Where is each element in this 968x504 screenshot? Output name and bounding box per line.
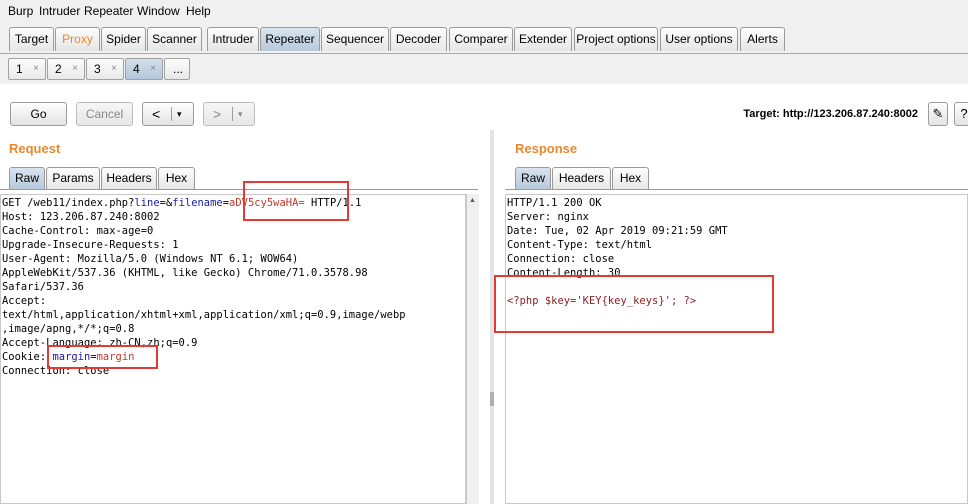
param-separator: =& (159, 197, 173, 209)
tab-proxy[interactable]: Proxy (55, 27, 100, 51)
chevron-down-icon[interactable]: ▾ (177, 103, 182, 125)
control-bar: Go Cancel < ▾ > ▾ Target: http://123.206… (0, 84, 968, 130)
help-button[interactable]: ? (954, 102, 968, 126)
header-accept: Accept: (2, 295, 47, 307)
header-upgrade-insecure: Upgrade-Insecure-Requests: 1 (2, 239, 179, 251)
repeater-tab-label: 4 (133, 62, 140, 76)
repeater-tab-2[interactable]: 2 × (47, 58, 85, 80)
tab-sequencer[interactable]: Sequencer (321, 27, 389, 51)
tab-spider[interactable]: Spider (101, 27, 146, 51)
response-tab-hex[interactable]: Hex (612, 167, 649, 189)
header-user-agent-cont2: Safari/537.36 (2, 281, 84, 293)
help-icon: ? (960, 106, 968, 121)
repeater-tab-label: 3 (94, 62, 101, 76)
response-editor[interactable]: HTTP/1.1 200 OK Server: nginx Date: Tue,… (505, 194, 968, 504)
go-button[interactable]: Go (10, 102, 67, 126)
menu-repeater[interactable]: Repeater (84, 4, 133, 18)
tab-underline (505, 189, 968, 190)
header-user-agent: User-Agent: Mozilla/5.0 (Windows NT 6.1;… (2, 253, 299, 265)
header-host: Host: 123.206.87.240:8002 (2, 211, 160, 223)
repeater-tab-label: 2 (55, 62, 62, 76)
tab-intruder[interactable]: Intruder (207, 27, 259, 51)
tab-scanner[interactable]: Scanner (147, 27, 202, 51)
header-accept-value: text/html,application/xhtml+xml,applicat… (2, 309, 406, 321)
request-scrollbar[interactable]: ▲ (466, 194, 479, 504)
menu-bar: Burp Intruder Repeater Window Help (0, 0, 968, 22)
close-icon[interactable]: × (72, 59, 78, 79)
highlight-filename-box (243, 181, 349, 221)
request-tab-headers[interactable]: Headers (101, 167, 157, 189)
tab-alerts[interactable]: Alerts (740, 27, 785, 51)
close-icon[interactable]: × (150, 59, 156, 79)
header-cache-control: Cache-Control: max-age=0 (2, 225, 154, 237)
separator (232, 107, 233, 121)
close-icon[interactable]: × (33, 59, 39, 79)
response-status: HTTP/1.1 200 OK (507, 197, 602, 209)
menu-window[interactable]: Window (137, 4, 180, 18)
tab-underline (0, 189, 478, 190)
target-label: Target: http://123.206.87.240:8002 (743, 108, 918, 120)
param-name-line: line (134, 197, 160, 209)
response-date: Date: Tue, 02 Apr 2019 09:21:59 GMT (507, 225, 728, 237)
pencil-icon: ✎ (932, 106, 944, 121)
back-arrow-icon: < (152, 106, 161, 122)
request-tab-params[interactable]: Params (46, 167, 100, 189)
close-icon[interactable]: × (111, 59, 117, 79)
repeater-tab-new[interactable]: ... (164, 58, 190, 80)
menu-burp[interactable]: Burp (8, 4, 33, 18)
response-content-type: Content-Type: text/html (507, 239, 653, 251)
response-title: Response (515, 141, 578, 156)
tab-project-options[interactable]: Project options (574, 27, 658, 51)
response-server: Server: nginx (507, 211, 589, 223)
request-tab-hex[interactable]: Hex (158, 167, 195, 189)
tab-user-options[interactable]: User options (660, 27, 738, 51)
menu-intruder[interactable]: Intruder (39, 4, 80, 18)
forward-arrow-icon: > (213, 106, 222, 122)
separator (171, 107, 172, 121)
repeater-tab-label: 1 (16, 62, 23, 76)
repeater-tab-4[interactable]: 4 × (125, 58, 163, 80)
edit-target-button[interactable]: ✎ (928, 102, 948, 126)
menu-help[interactable]: Help (186, 4, 211, 18)
request-tab-raw[interactable]: Raw (9, 167, 45, 189)
header-cookie-prefix: Cookie: (2, 351, 53, 363)
tab-extender[interactable]: Extender (514, 27, 572, 51)
header-user-agent-cont: AppleWebKit/537.36 (KHTML, like Gecko) C… (2, 267, 368, 279)
back-button[interactable]: < ▾ (142, 102, 194, 126)
response-connection: Connection: close (507, 253, 615, 265)
param-name-filename: filename (172, 197, 223, 209)
highlight-cookie-box (47, 345, 158, 369)
request-line-path: GET /web11/index.php? (2, 197, 135, 209)
repeater-tab-3[interactable]: 3 × (86, 58, 124, 80)
request-title: Request (9, 141, 61, 156)
repeater-tab-bar: 1 × 2 × 3 × 4 × ... (0, 54, 968, 84)
scroll-up-icon[interactable]: ▲ (469, 197, 476, 204)
tab-repeater[interactable]: Repeater (260, 27, 320, 51)
chevron-down-icon[interactable]: ▾ (238, 103, 243, 125)
divider-grip[interactable] (490, 392, 494, 406)
tab-decoder[interactable]: Decoder (390, 27, 447, 51)
main-tab-bar: Target Proxy Spider Scanner Intruder Rep… (0, 22, 968, 54)
forward-button[interactable]: > ▾ (203, 102, 255, 126)
tab-target[interactable]: Target (9, 27, 54, 51)
response-tab-raw[interactable]: Raw (515, 167, 551, 189)
highlight-response-body-box (494, 275, 774, 333)
repeater-tab-1[interactable]: 1 × (8, 58, 46, 80)
response-tab-headers[interactable]: Headers (552, 167, 611, 189)
tab-comparer[interactable]: Comparer (449, 27, 513, 51)
cancel-button[interactable]: Cancel (76, 102, 133, 126)
header-accept-value-cont: ,image/apng,*/*;q=0.8 (2, 323, 135, 335)
